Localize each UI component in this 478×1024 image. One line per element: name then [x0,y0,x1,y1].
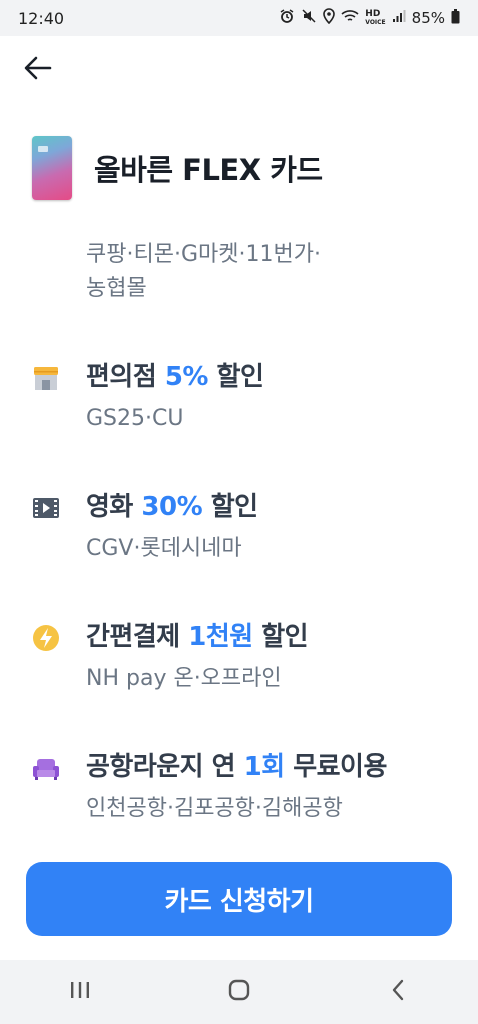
benefit-subtitle: CGV·롯데시네마 [86,536,242,561]
lightning-icon [30,622,62,654]
benefit-movie: 영화 30% 할인 CGV·롯데시네마 [30,488,258,566]
benefit-highlight: 5% [164,362,209,392]
back-button[interactable] [14,50,62,90]
hd-voice-icon: HD VOICE [365,8,386,26]
benefit-subtitle: 인천공항·김포공항·김해공항 [86,796,343,821]
status-icons: HD VOICE 85% [279,8,460,28]
benefit-airport-lounge: 공항라운지 연 1회 무료이용 인천공항·김포공항·김해공항 [30,748,387,826]
recent-apps-button[interactable] [50,968,110,1016]
status-bar: 12:40 HD VOICE 85% [0,0,478,36]
benefit-subtitle: GS25·CU [86,406,184,431]
alarm-icon [279,8,295,28]
benefit-convenience-store: 편의점 5% 할인 GS25·CU [30,358,264,436]
card-title: 올바른 FLEX 카드 [94,153,323,187]
mute-icon [301,8,317,28]
sofa-icon [30,752,62,784]
store-icon [30,362,62,394]
benefit-highlight: 30% [141,492,203,522]
system-nav-bar [0,960,478,1024]
back-icon [390,979,406,1005]
film-icon [30,492,62,524]
card-detail-screen: 올바른 FLEX 카드 쿠팡·티몬·G마켓·11번가· 농협몰 편의점 5% 할… [0,36,478,960]
signal-icon [392,9,406,27]
benefit-title: 간편결제 1천원 할인 [86,622,309,652]
benefit-highlight: 1회 [243,752,286,782]
benefit-subtitle: NH pay 온·오프라인 [86,666,282,691]
location-icon [323,8,336,28]
battery-icon [451,8,460,28]
card-header: 올바른 FLEX 카드 [32,136,323,200]
apply-card-button[interactable]: 카드 신청하기 [26,862,452,936]
card-image [32,136,72,200]
benefit-title: 공항라운지 연 1회 무료이용 [86,752,387,782]
arrow-left-icon [24,56,52,84]
battery-percent: 85% [411,9,445,27]
benefit-highlight: 1천원 [188,622,253,652]
apply-bar: 카드 신청하기 [0,856,478,960]
status-time: 12:40 [18,8,65,28]
benefit-easy-pay: 간편결제 1천원 할인 NH pay 온·오프라인 [30,618,309,696]
home-button[interactable] [209,968,269,1016]
benefit-title: 영화 30% 할인 [86,492,258,522]
recent-apps-icon [69,980,91,1004]
benefit-title: 편의점 5% 할인 [86,362,264,392]
online-shops-list: 쿠팡·티몬·G마켓·11번가· 농협몰 [86,242,321,301]
wifi-icon [341,9,359,27]
back-nav-button[interactable] [368,968,428,1016]
home-icon [227,978,251,1006]
